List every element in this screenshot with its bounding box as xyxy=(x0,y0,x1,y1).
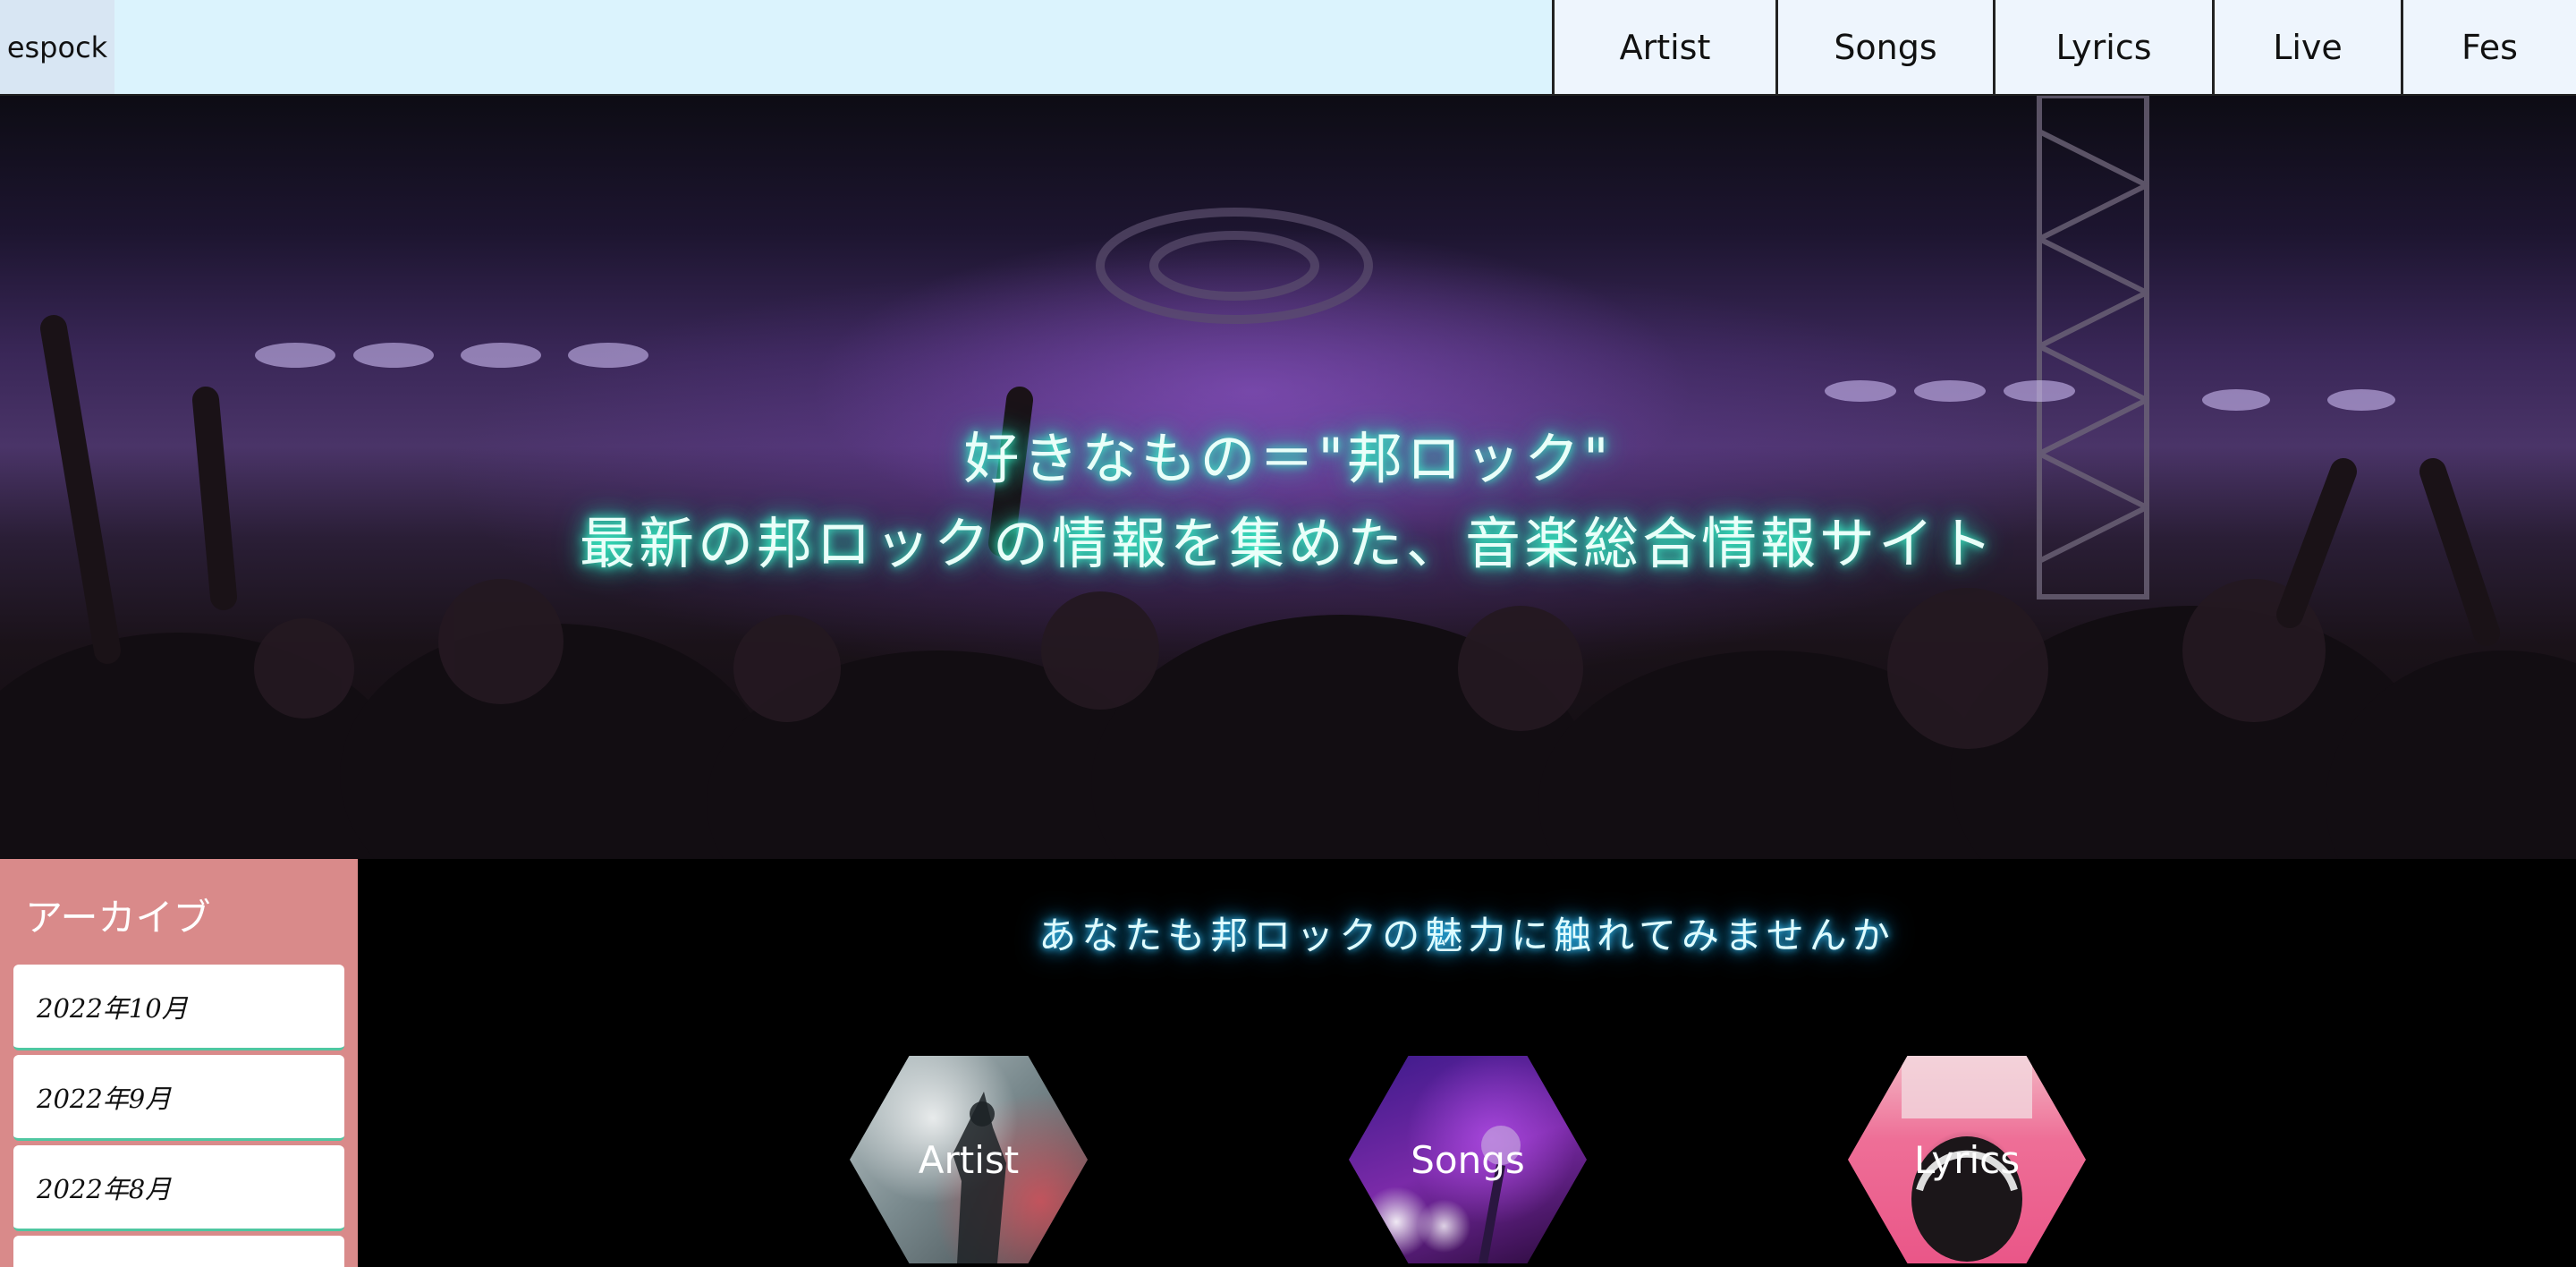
nav-item-fes[interactable]: Fes xyxy=(2401,0,2576,94)
hero-tagline: 好きなもの＝"邦ロック" xyxy=(963,426,1613,491)
category-artist[interactable]: Artist xyxy=(850,1056,1088,1263)
archive-item-2022-10[interactable]: 2022年10月 xyxy=(13,965,344,1050)
nav-item-artist[interactable]: Artist xyxy=(1552,0,1775,94)
archive-title: アーカイブ xyxy=(25,896,211,940)
main-nav: Artist Songs Lyrics Live Fes xyxy=(1552,0,2576,94)
category-songs-label: Songs xyxy=(1411,1137,1525,1182)
nav-item-live[interactable]: Live xyxy=(2212,0,2401,94)
hero-subtitle: 最新の邦ロックの情報を集めた、音楽総合情報サイト xyxy=(579,511,1996,576)
nav-item-songs[interactable]: Songs xyxy=(1775,0,1993,94)
site-header: espock Artist Songs Lyrics Live Fes xyxy=(0,0,2576,96)
hero-banner: 好きなもの＝"邦ロック" 最新の邦ロックの情報を集めた、音楽総合情報サイト xyxy=(0,96,2576,859)
site-logo[interactable]: espock xyxy=(0,0,114,94)
archive-item-partial[interactable] xyxy=(13,1236,344,1267)
category-lyrics-label: Lyrics xyxy=(1913,1137,2021,1182)
archive-item-2022-08[interactable]: 2022年8月 xyxy=(13,1145,344,1231)
archive-sidebar: アーカイブ 2022年10月 2022年9月 2022年8月 xyxy=(0,859,358,1267)
section-heading: あなたも邦ロックの魅力に触れてみませんか xyxy=(1038,914,1895,957)
category-songs[interactable]: Songs xyxy=(1349,1056,1587,1263)
main-content: あなたも邦ロックの魅力に触れてみませんか Artist Songs Lyrics xyxy=(358,859,2576,1267)
nav-item-lyrics[interactable]: Lyrics xyxy=(1993,0,2212,94)
category-artist-label: Artist xyxy=(918,1137,1020,1182)
archive-item-2022-09[interactable]: 2022年9月 xyxy=(13,1055,344,1141)
category-lyrics[interactable]: Lyrics xyxy=(1848,1056,2086,1263)
